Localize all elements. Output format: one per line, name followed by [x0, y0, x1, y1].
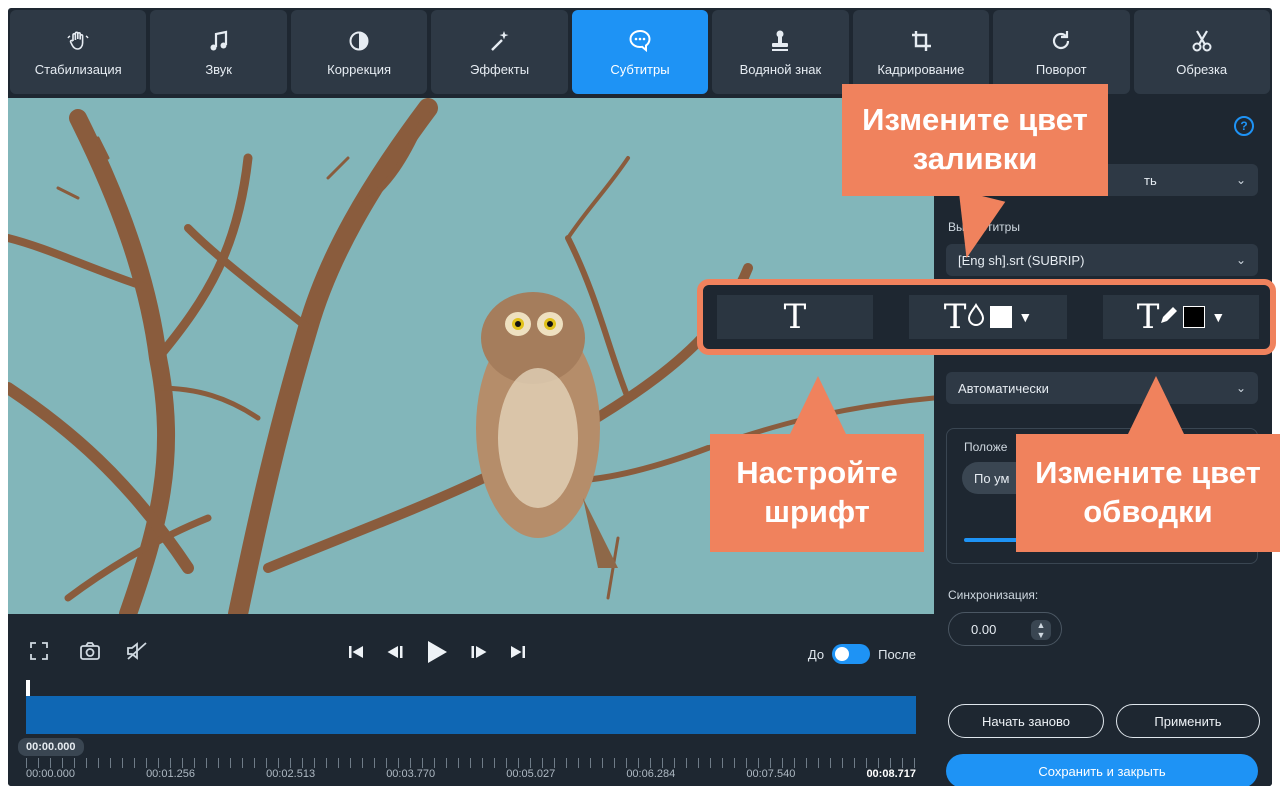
current-time-badge: 00:00.000: [18, 738, 84, 756]
fill-color-swatch: [990, 306, 1013, 328]
tool-trim[interactable]: Обрезка: [1133, 10, 1270, 94]
play-icon[interactable]: [426, 640, 448, 669]
before-label: До: [807, 646, 825, 662]
before-after-toggle[interactable]: [832, 644, 871, 664]
chevron-down-icon: ⌄: [1235, 253, 1246, 267]
restart-button[interactable]: Начать заново: [948, 704, 1104, 738]
position-label: Положе: [964, 440, 1008, 454]
tick-label: 00:06.284: [626, 768, 676, 780]
before-after-switch: До После: [808, 644, 916, 664]
tick-label: 00:00.000: [26, 768, 75, 780]
fill-color-button[interactable]: T ▼: [909, 295, 1067, 339]
mode-select-value: ть: [1144, 172, 1157, 188]
tool-stabilization[interactable]: Стабилизация: [10, 10, 147, 94]
previous-frame-icon[interactable]: [386, 644, 404, 665]
tool-label: Кадрирование: [877, 61, 965, 77]
skip-to-start-icon[interactable]: [348, 644, 364, 665]
font-settings-button[interactable]: T: [717, 295, 873, 339]
crop-icon: [910, 28, 932, 54]
font-callout: Настройте шрифт: [710, 434, 924, 552]
outline-color-callout-arrow: [1128, 376, 1184, 434]
droplet-icon: [966, 302, 986, 332]
after-label: После: [878, 646, 916, 662]
fill-color-callout: Измените цвет заливки: [842, 84, 1108, 196]
pencil-icon: [1159, 305, 1179, 330]
tick-label: 00:03.770: [386, 768, 436, 780]
fill-glyph: T: [943, 297, 967, 337]
encoding-value: Автоматически: [958, 380, 1049, 396]
apply-button[interactable]: Применить: [1116, 704, 1260, 738]
tool-audio[interactable]: Звук: [150, 10, 287, 94]
encoding-select[interactable]: Автоматически ⌄: [946, 372, 1258, 404]
tool-label: Субтитры: [610, 61, 670, 77]
timeline-track[interactable]: [26, 696, 916, 734]
sync-value: 0.00: [971, 621, 997, 637]
camera-icon[interactable]: [80, 642, 100, 665]
next-frame-icon[interactable]: [470, 644, 488, 665]
tick-label: 00:02.513: [266, 768, 316, 780]
sync-label: Синхронизация:: [948, 588, 1039, 602]
tool-rotate[interactable]: Поворот: [993, 10, 1130, 94]
chevron-down-icon: ⌄: [1235, 173, 1246, 187]
timeline-ruler: [26, 758, 916, 768]
tool-label: Обрезка: [1176, 61, 1228, 77]
tool-label: Водяной знак: [739, 61, 822, 77]
tool-correction[interactable]: Коррекция: [290, 10, 428, 94]
tool-watermark[interactable]: Водяной знак: [712, 10, 849, 94]
tool-effects[interactable]: Эффекты: [431, 10, 568, 94]
music-note-icon: [208, 28, 230, 54]
save-and-close-button[interactable]: Сохранить и закрыть: [946, 754, 1258, 786]
scissors-icon: [1190, 28, 1214, 54]
caret-down-icon: ▼: [1018, 309, 1033, 325]
tool-label: Стабилизация: [34, 61, 122, 77]
skip-to-end-icon[interactable]: [510, 644, 526, 665]
font-style-toolbar: T T ▼ T ▼: [697, 279, 1276, 355]
timeline-tick-labels: 00:00.000 00:01.256 00:02.513 00:03.770 …: [26, 768, 916, 780]
speech-bubble-icon: [627, 28, 653, 54]
font-glyph: T: [783, 297, 807, 337]
tool-subtitles[interactable]: Субтитры: [571, 10, 709, 94]
tool-label: Коррекция: [327, 61, 392, 77]
rotate-icon: [1049, 28, 1073, 54]
playhead[interactable]: [26, 680, 30, 696]
tools-toolbar: Стабилизация Звук Коррекция Эффекты Субт…: [10, 10, 1270, 94]
help-icon[interactable]: ?: [1234, 116, 1254, 136]
chevron-down-icon: ⌄: [1235, 381, 1246, 395]
mute-icon[interactable]: [126, 642, 148, 665]
stamp-icon: [769, 28, 791, 54]
playback-controls: До После 00:00.000 00:00.000 00:01.256 0…: [8, 614, 934, 786]
stepper-arrows-icon[interactable]: ▲ ▼: [1031, 620, 1051, 640]
tool-label: Звук: [205, 61, 232, 77]
outline-color-button[interactable]: T ▼: [1103, 295, 1259, 339]
hand-icon: [66, 28, 90, 54]
outline-glyph: T: [1136, 297, 1160, 337]
fullscreen-icon[interactable]: [30, 642, 48, 665]
magic-wand-icon: [488, 28, 512, 54]
caret-down-icon: ▼: [1211, 309, 1226, 325]
tool-label: Эффекты: [469, 61, 530, 77]
tool-crop[interactable]: Кадрирование: [852, 10, 990, 94]
font-callout-arrow: [790, 376, 846, 434]
tick-label: 00:05.027: [506, 768, 556, 780]
tick-label: 00:08.717: [866, 768, 916, 780]
contrast-icon: [348, 28, 370, 54]
transport-buttons: [348, 640, 526, 669]
sync-stepper[interactable]: 0.00 ▲ ▼: [948, 612, 1062, 646]
tick-label: 00:01.256: [146, 768, 195, 780]
tool-label: Поворот: [1035, 61, 1087, 77]
outline-color-callout: Измените цвет обводки: [1016, 434, 1280, 552]
tick-label: 00:07.540: [746, 768, 796, 780]
outline-color-swatch: [1183, 306, 1206, 328]
